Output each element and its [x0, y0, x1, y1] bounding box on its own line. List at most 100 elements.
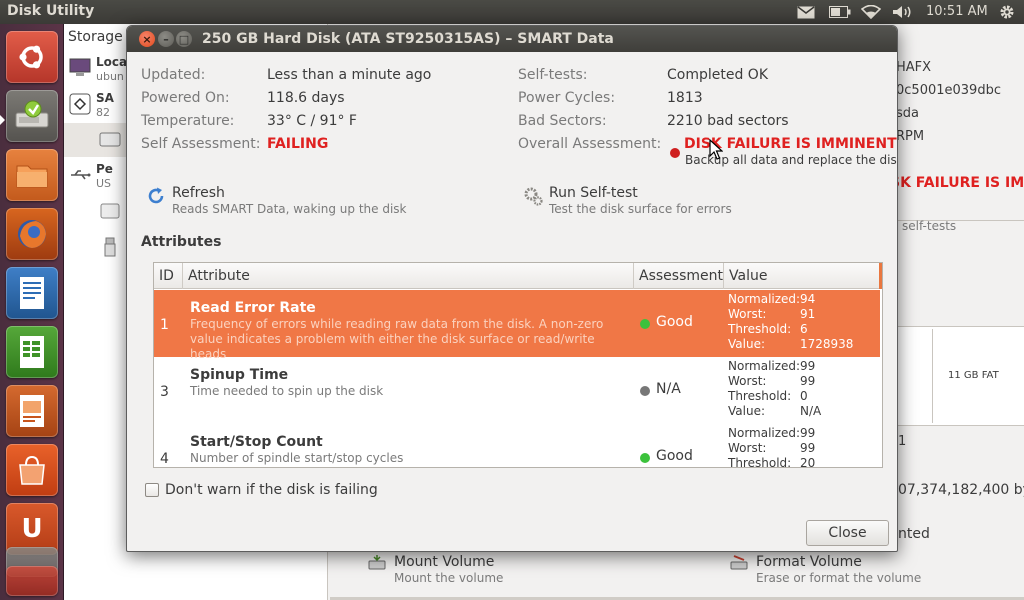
impress-launcher-icon[interactable]	[6, 385, 58, 437]
ubuntu-one-glyph: U	[21, 514, 43, 544]
bg-value-wwn: 0c5001e039dbc	[896, 83, 1001, 98]
bg-self-tests-text: self-tests	[902, 219, 957, 233]
bg-value-serial: HAFX	[896, 60, 932, 75]
status-dot-na	[640, 386, 650, 396]
bg-status-text: nted	[898, 526, 930, 542]
disk-utility-launcher-icon[interactable]	[6, 90, 58, 142]
status-dot-good	[640, 453, 650, 463]
bad-sectors-value: 2210 bad sectors	[667, 113, 789, 129]
attribute-name: Spinup Time	[190, 367, 289, 383]
threshold-key: Threshold:	[728, 389, 792, 403]
column-header-assessment[interactable]: Assessment	[634, 263, 724, 289]
run-self-test-title: Run Self-test	[549, 185, 638, 201]
powered-on-label: Powered On:	[141, 90, 230, 106]
hard-disk-icon	[69, 93, 91, 115]
attribute-description: Number of spindle start/stop cycles	[190, 451, 404, 465]
scrollbar-indicator[interactable]	[879, 263, 882, 289]
self-tests-label: Self-tests:	[518, 67, 588, 83]
table-row[interactable]: 4 Start/Stop Count Number of spindle sta…	[154, 424, 880, 468]
clock[interactable]: 10:51 AM	[926, 4, 988, 19]
column-header-value[interactable]: Value	[724, 263, 879, 289]
self-tests-value: Completed OK	[667, 67, 769, 83]
sidebar-item-title: Pe	[96, 162, 113, 176]
attribute-id: 1	[160, 317, 169, 333]
table-row[interactable]: 3 Spinup Time Time needed to spin up the…	[154, 357, 880, 424]
dont-warn-label[interactable]: Don't warn if the disk is failing	[165, 482, 378, 498]
sidebar-item-subtitle: ubun	[96, 70, 124, 83]
partition-divider	[932, 329, 933, 423]
partition-label: 11 GB FAT	[948, 370, 999, 381]
drive-icon	[99, 132, 121, 147]
usb-stick-icon	[104, 237, 116, 257]
value-key: Value:	[728, 337, 765, 351]
sidebar-item-title: SA	[96, 91, 114, 105]
overall-assessment-label: Overall Assessment:	[518, 136, 662, 152]
calc-launcher-icon[interactable]	[6, 326, 58, 378]
mouse-cursor-icon	[709, 139, 723, 160]
self-assessment-label: Self Assessment:	[141, 136, 261, 152]
battery-icon[interactable]	[828, 0, 852, 24]
power-gear-icon[interactable]	[996, 0, 1018, 24]
raw-value: N/A	[800, 404, 822, 418]
gears-icon	[524, 187, 543, 206]
smart-data-dialog: × – □ 250 GB Hard Disk (ATA ST9250315AS)…	[126, 25, 898, 552]
threshold-key: Threshold:	[728, 456, 792, 468]
files-launcher-icon[interactable]	[6, 149, 58, 201]
attributes-heading: Attributes	[141, 234, 222, 250]
worst-value: 99	[800, 374, 816, 388]
normalized-key: Normalized:	[728, 292, 801, 306]
firefox-launcher-icon[interactable]	[6, 208, 58, 260]
attribute-description: Time needed to spin up the disk	[190, 384, 384, 398]
worst-value: 99	[800, 441, 816, 455]
attribute-assessment: N/A	[656, 381, 681, 397]
refresh-subtitle: Reads SMART Data, waking up the disk	[172, 202, 407, 216]
window-close-button[interactable]: ×	[139, 31, 155, 47]
close-button[interactable]: Close	[806, 520, 889, 546]
threshold-value: 0	[800, 389, 808, 403]
threshold-value: 20	[800, 456, 816, 468]
threshold-value: 6	[800, 322, 808, 336]
usb-drive-icon	[100, 203, 120, 219]
normalized-key: Normalized:	[728, 359, 801, 373]
normalized-value: 94	[800, 292, 816, 306]
column-header-id[interactable]: ID	[154, 263, 183, 289]
run-self-test-subtitle: Test the disk surface for errors	[549, 202, 732, 216]
usb-icon	[71, 170, 91, 180]
attribute-assessment: Good	[656, 314, 693, 330]
active-app-indicator	[0, 115, 5, 125]
worst-key: Worst:	[728, 307, 767, 321]
format-volume-title: Format Volume	[756, 554, 862, 570]
dont-warn-checkbox[interactable]	[145, 483, 159, 497]
window-minimize-button[interactable]: –	[158, 31, 174, 47]
status-dot-good	[640, 319, 650, 329]
stacked-launcher-icon-2[interactable]	[6, 566, 58, 596]
worst-key: Worst:	[728, 374, 767, 388]
dialog-titlebar[interactable]: × – □ 250 GB Hard Disk (ATA ST9250315AS)…	[127, 26, 897, 52]
sidebar-item-subtitle: US	[96, 177, 112, 190]
window-maximize-button[interactable]: □	[176, 31, 192, 47]
failure-status-dot	[670, 148, 680, 158]
software-center-launcher-icon[interactable]	[6, 444, 58, 496]
attributes-table[interactable]: ID Attribute Assessment Value 1 Read Err…	[153, 262, 883, 468]
bg-value-device: sda	[896, 106, 919, 121]
wifi-icon[interactable]	[860, 0, 882, 24]
updated-label: Updated:	[141, 67, 206, 83]
mail-icon[interactable]	[796, 0, 816, 24]
writer-launcher-icon[interactable]	[6, 267, 58, 319]
bg-value-rpm: RPM	[896, 129, 925, 144]
normalized-key: Normalized:	[728, 426, 801, 440]
worst-value: 91	[800, 307, 816, 321]
volume-icon[interactable]	[891, 0, 913, 24]
table-row[interactable]: 1 Read Error Rate Frequency of errors wh…	[154, 290, 880, 361]
computer-icon	[69, 58, 91, 76]
attribute-assessment: Good	[656, 448, 693, 464]
raw-value: 1728938	[800, 337, 854, 351]
attribute-name: Read Error Rate	[190, 300, 316, 316]
column-header-attribute[interactable]: Attribute	[183, 263, 634, 289]
mount-icon	[368, 555, 386, 570]
attribute-id: 4	[160, 451, 169, 467]
bg-digit-fragment: 1	[898, 434, 907, 449]
app-title: Disk Utility	[7, 3, 95, 19]
dash-home-icon[interactable]	[6, 31, 58, 83]
temperature-value: 33° C / 91° F	[267, 113, 357, 129]
